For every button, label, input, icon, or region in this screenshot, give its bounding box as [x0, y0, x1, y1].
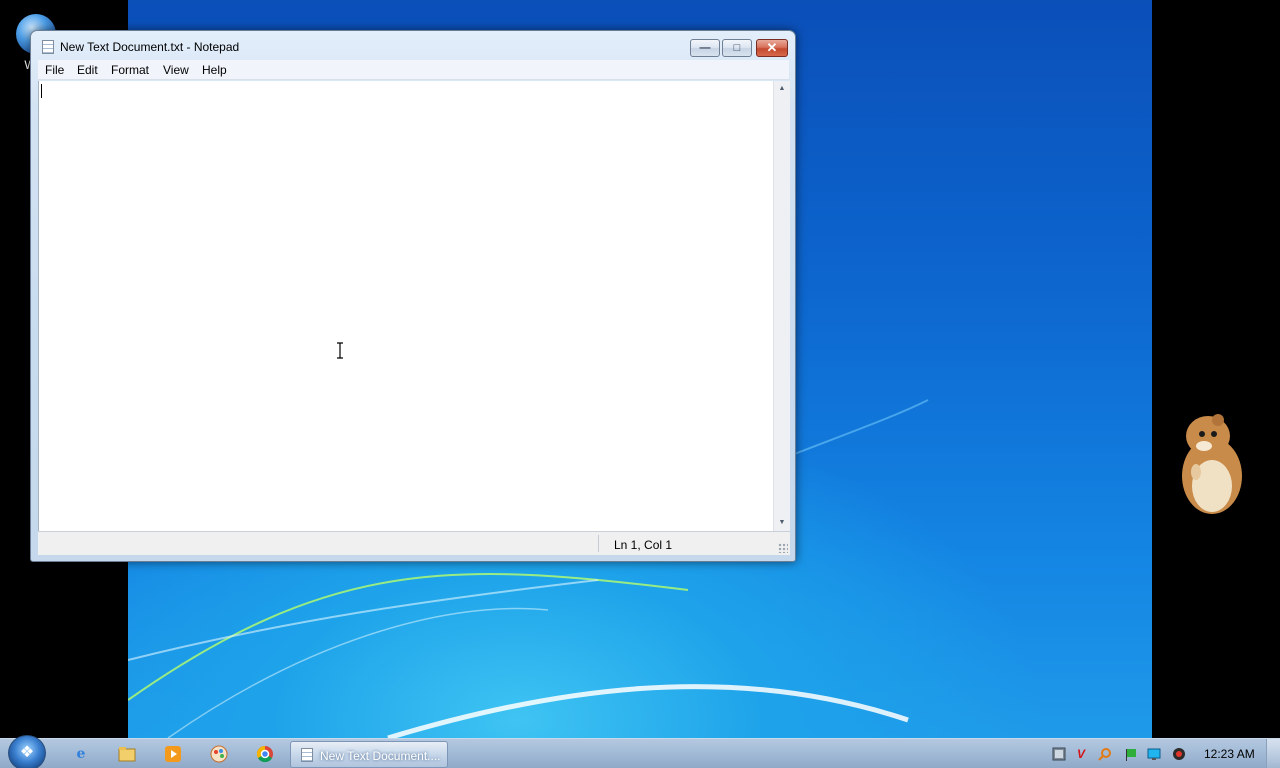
resize-grip-icon[interactable] — [778, 543, 788, 553]
monitor-icon[interactable] — [1147, 747, 1161, 761]
cursor-position: Ln 1, Col 1 — [614, 538, 673, 552]
title-bar[interactable]: New Text Document.txt - Notepad — □ ✕ — [31, 31, 795, 61]
menu-file[interactable]: File — [45, 63, 64, 77]
maximize-button[interactable]: □ — [722, 39, 752, 57]
window-title: New Text Document.txt - Notepad — [60, 40, 240, 54]
text-editor[interactable] — [38, 81, 773, 531]
notepad-window[interactable]: New Text Document.txt - Notepad — □ ✕ Fi… — [30, 30, 796, 562]
taskbar-button-label: New Text Document.... — [320, 749, 441, 763]
internet-explorer-icon[interactable]: e — [71, 744, 91, 764]
notepad-icon — [42, 40, 54, 54]
hamster-desktop-pet[interactable] — [1162, 408, 1254, 520]
network-manager-icon[interactable] — [1052, 747, 1066, 761]
chrome-icon[interactable] — [255, 744, 275, 764]
scroll-down-icon[interactable]: ▼ — [774, 515, 790, 531]
show-desktop-button[interactable] — [1266, 739, 1280, 768]
media-player-icon[interactable] — [163, 744, 183, 764]
minimize-icon: — — [699, 42, 711, 54]
menu-edit[interactable]: Edit — [77, 63, 98, 77]
close-button[interactable]: ✕ — [756, 39, 788, 57]
menu-format[interactable]: Format — [111, 63, 149, 77]
close-icon: ✕ — [766, 40, 778, 55]
windows-logo-icon: ❖ — [19, 744, 35, 761]
taskbar-button-notepad[interactable]: New Text Document.... — [290, 741, 448, 768]
search-tray-icon[interactable] — [1098, 747, 1112, 761]
taskbar: ❖ e New Text Document.... V 12:23 AM — [0, 735, 1280, 768]
taskbar-clock[interactable]: 12:23 AM — [1204, 747, 1255, 761]
paint-icon[interactable] — [209, 744, 229, 764]
menu-help[interactable]: Help — [202, 63, 227, 77]
vertical-scrollbar[interactable]: ▲ ▼ — [773, 81, 790, 531]
mouse-ibeam-cursor-icon — [337, 342, 343, 359]
antivirus-icon[interactable]: V — [1074, 747, 1088, 761]
start-button[interactable]: ❖ — [8, 735, 46, 768]
text-caret — [41, 84, 42, 98]
scroll-up-icon[interactable]: ▲ — [774, 81, 790, 97]
volume-icon[interactable] — [1172, 747, 1186, 761]
status-bar: Ln 1, Col 1 — [38, 531, 790, 555]
notepad-icon — [301, 748, 313, 762]
windows-explorer-icon[interactable] — [117, 744, 137, 764]
flag-icon[interactable] — [1124, 747, 1138, 761]
status-separator — [598, 535, 599, 552]
menu-bar: File Edit Format View Help — [38, 60, 789, 80]
restore-icon: □ — [733, 42, 741, 54]
menu-view[interactable]: View — [163, 63, 189, 77]
minimize-button[interactable]: — — [690, 39, 720, 57]
